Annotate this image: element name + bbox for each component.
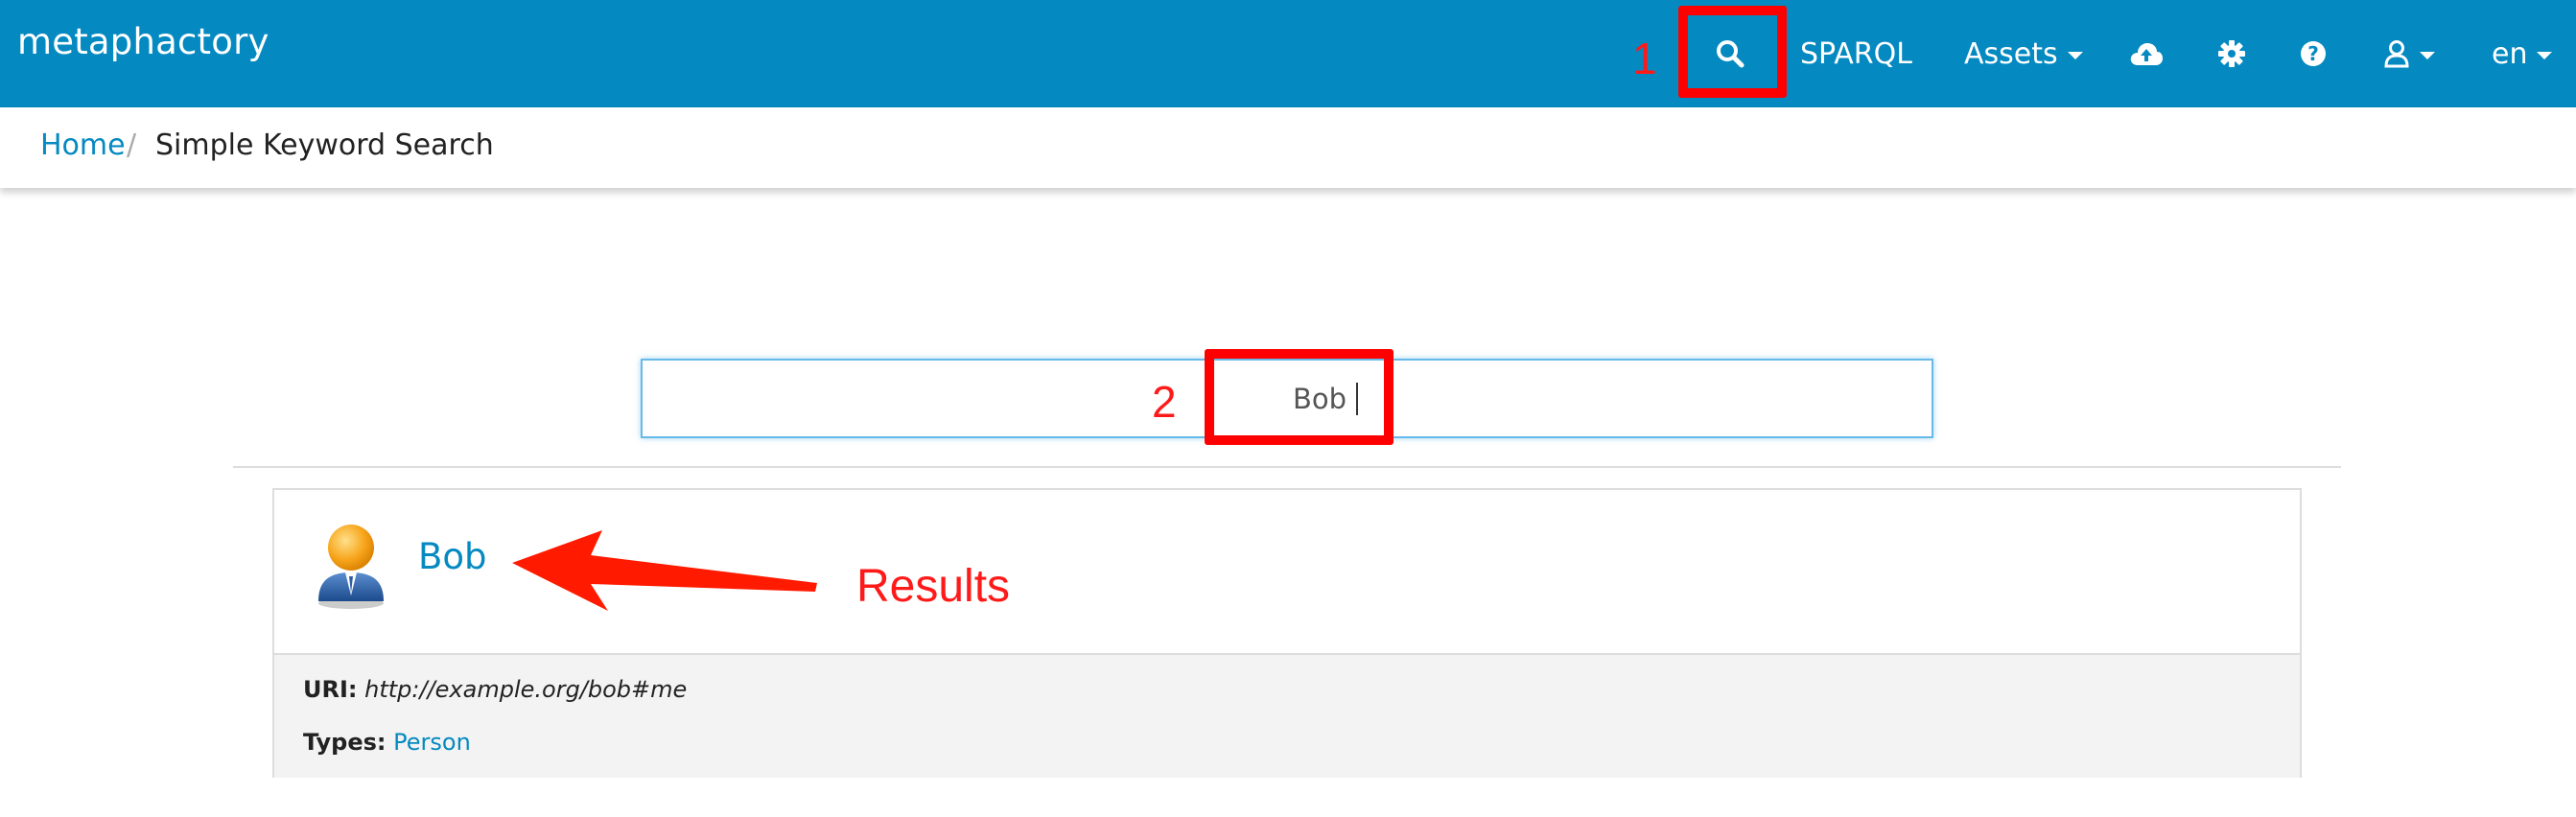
help-button[interactable]: ?: [2300, 0, 2327, 107]
gear-icon: [2218, 40, 2245, 67]
language-dropdown[interactable]: en: [2492, 0, 2553, 107]
results-divider: [233, 466, 2341, 468]
chevron-down-icon: [2537, 52, 2553, 59]
language-label: en: [2492, 36, 2528, 71]
result-uri-row: URI: http://example.org/bob#me: [303, 676, 687, 703]
annotation-results-label: Results: [856, 561, 1011, 612]
assets-dropdown[interactable]: Assets: [1964, 0, 2083, 107]
types-label: Types:: [303, 729, 386, 756]
uri-label: URI:: [303, 676, 358, 703]
page: metaphactory SPARQL Assets ? en Home / S…: [0, 0, 2576, 817]
annotation-step-2: 2: [1152, 377, 1177, 427]
chevron-down-icon: [2067, 52, 2083, 59]
chevron-down-icon: [2420, 52, 2435, 59]
result-title-link[interactable]: Bob: [418, 536, 487, 577]
person-avatar-icon: [313, 519, 389, 616]
annotation-box-input: [1205, 349, 1393, 445]
type-person-link[interactable]: Person: [393, 729, 471, 756]
app-brand[interactable]: metaphactory: [17, 21, 269, 62]
assets-label: Assets: [1964, 36, 2058, 71]
upload-button[interactable]: [2129, 0, 2164, 107]
cloud-upload-icon: [2130, 43, 2163, 65]
breadcrumb-separator: /: [127, 128, 137, 162]
result-types-row: Types: Person: [303, 729, 471, 756]
annotation-step-1: 1: [1632, 34, 1657, 83]
top-navbar: metaphactory SPARQL Assets ? en: [0, 0, 2576, 107]
user-menu[interactable]: [2383, 0, 2435, 107]
result-details: URI: http://example.org/bob#me Types: Pe…: [274, 653, 2300, 778]
help-icon: ?: [2301, 41, 2326, 66]
svg-text:?: ?: [2307, 42, 2319, 65]
annotation-arrow-icon: [512, 530, 817, 611]
sparql-link[interactable]: SPARQL: [1800, 0, 1912, 107]
annotation-box-search: [1678, 6, 1787, 98]
breadcrumb-home-link[interactable]: Home: [40, 128, 126, 162]
user-icon: [2384, 40, 2409, 68]
breadcrumb-current: Simple Keyword Search: [155, 128, 494, 162]
breadcrumb: Home / Simple Keyword Search: [0, 107, 2576, 188]
uri-value: http://example.org/bob#me: [364, 676, 688, 703]
settings-button[interactable]: [2218, 0, 2245, 107]
